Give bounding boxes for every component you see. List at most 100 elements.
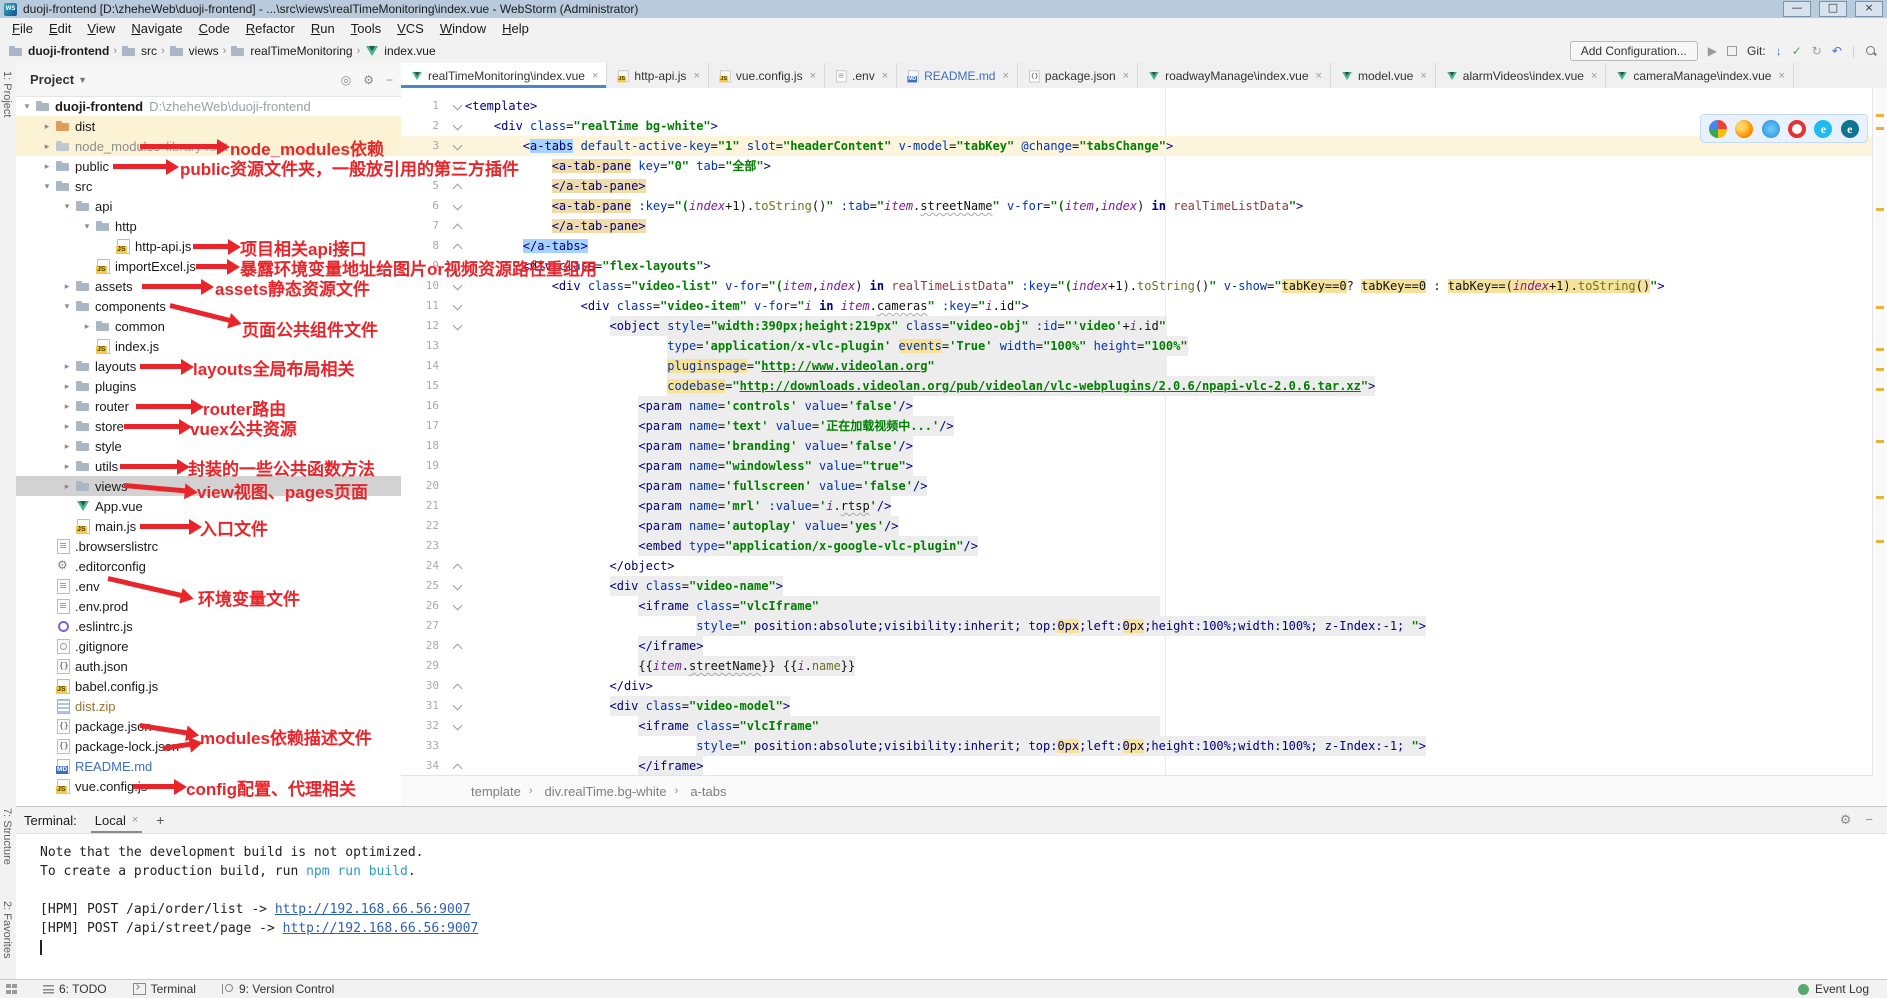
gear-icon[interactable]: ⚙ [1840, 812, 1852, 828]
hide-panel-icon[interactable]: − [386, 73, 393, 87]
chevron-right-icon[interactable]: ▸ [59, 381, 75, 392]
git-update-icon[interactable]: ↓ [1776, 44, 1782, 58]
fold-marker-icon[interactable] [451, 636, 465, 656]
chevron-down-icon[interactable]: ▼ [78, 75, 87, 85]
fold-marker-icon[interactable] [451, 216, 465, 236]
error-stripe-scrollbar[interactable] [1872, 88, 1887, 776]
nav-crumb-duoji-frontend[interactable]: duoji-frontend [8, 43, 109, 59]
fold-marker-icon[interactable] [451, 676, 465, 696]
tree-item--browserslistrc[interactable]: .browserslistrc [16, 536, 401, 556]
menu-item-refactor[interactable]: Refactor [238, 21, 303, 36]
hide-panel-icon[interactable]: − [1865, 812, 1873, 828]
menu-item-view[interactable]: View [79, 21, 123, 36]
close-icon[interactable]: × [592, 70, 598, 82]
tool-stripe-favorites[interactable]: 2: Favorites [1, 901, 13, 958]
tree-item-utils[interactable]: ▸utils [16, 456, 401, 476]
rollback-icon[interactable]: ↶ [1832, 44, 1842, 58]
tree-item-auth-json[interactable]: auth.json [16, 656, 401, 676]
close-icon[interactable]: × [1316, 70, 1322, 82]
fold-marker-icon[interactable] [451, 116, 465, 136]
fold-marker-icon[interactable] [451, 296, 465, 316]
add-configuration-button[interactable]: Add Configuration... [1570, 41, 1698, 61]
menu-item-edit[interactable]: Edit [41, 21, 79, 36]
tree-item-main-js[interactable]: main.js [16, 516, 401, 536]
run-icon[interactable]: ▶ [1708, 44, 1717, 58]
tree-item-index-js[interactable]: index.js [16, 336, 401, 356]
code-editor[interactable]: 1<template>2 <div class="realTime bg-whi… [401, 88, 1873, 776]
gear-icon[interactable]: ⚙ [363, 73, 374, 87]
editor-tab[interactable]: cameraManage\index.vue× [1606, 63, 1794, 88]
close-icon[interactable]: × [810, 70, 816, 82]
statusbar-item-event-log[interactable]: Event Log [1798, 982, 1887, 996]
locate-file-icon[interactable]: ◎ [341, 73, 351, 87]
editor-tab[interactable]: alarmVideos\index.vue× [1436, 63, 1607, 88]
statusbar-item-6-todo[interactable]: 6: TODO [43, 982, 107, 996]
editor-tab[interactable]: model.vue× [1331, 63, 1436, 88]
tree-item-common[interactable]: ▸common [16, 316, 401, 336]
new-terminal-session-button[interactable]: + [156, 812, 164, 828]
editor-breadcrumb-item[interactable]: div.realTime.bg-white [545, 784, 667, 799]
close-icon[interactable]: × [693, 70, 699, 82]
tree-item-http-api-js[interactable]: http-api.js [16, 236, 401, 256]
editor-tab[interactable]: vue.config.js× [709, 63, 825, 88]
chevron-down-icon[interactable]: ▾ [79, 221, 95, 232]
chevron-right-icon[interactable]: ▸ [59, 441, 75, 452]
tree-item-layouts[interactable]: ▸layouts [16, 356, 401, 376]
fold-marker-icon[interactable] [451, 276, 465, 296]
chevron-right-icon[interactable]: ▸ [39, 141, 55, 152]
tree-item-dist-zip[interactable]: dist.zip [16, 696, 401, 716]
menu-item-tools[interactable]: Tools [343, 21, 389, 36]
menu-item-window[interactable]: Window [432, 21, 494, 36]
fold-marker-icon[interactable] [451, 716, 465, 736]
maximize-icon[interactable]: □ [1819, 1, 1847, 17]
close-icon[interactable]: × [132, 814, 138, 826]
close-icon[interactable]: × [1855, 1, 1883, 17]
fold-marker-icon[interactable] [451, 596, 465, 616]
tree-item-package-lock-json[interactable]: package-lock.json [16, 736, 401, 756]
menu-item-help[interactable]: Help [494, 21, 537, 36]
editor-tab[interactable]: README.md× [897, 63, 1018, 88]
chevron-right-icon[interactable]: ▸ [39, 161, 55, 172]
chevron-down-icon[interactable]: ▾ [59, 301, 75, 312]
chevron-down-icon[interactable]: ▾ [39, 181, 55, 192]
menu-item-navigate[interactable]: Navigate [123, 21, 190, 36]
close-icon[interactable]: × [882, 70, 888, 82]
tree-item-src[interactable]: ▾src [16, 176, 401, 196]
git-commit-icon[interactable]: ✓ [1792, 44, 1802, 58]
close-icon[interactable]: × [1420, 70, 1426, 82]
tree-item-dist[interactable]: ▸dist [16, 116, 401, 136]
nav-crumb-index.vue[interactable]: index.vue [364, 43, 435, 59]
history-icon[interactable]: ↻ [1812, 44, 1822, 58]
terminal-output[interactable]: Note that the development build is not o… [16, 833, 1887, 981]
close-icon[interactable]: × [1778, 70, 1784, 82]
chevron-right-icon[interactable]: ▸ [79, 321, 95, 332]
close-icon[interactable]: × [1002, 70, 1008, 82]
tree-item-importexcel-js[interactable]: importExcel.js [16, 256, 401, 276]
editor-tab[interactable]: .env× [825, 63, 897, 88]
close-icon[interactable]: × [1123, 70, 1129, 82]
nav-crumb-src[interactable]: src [121, 43, 157, 59]
statusbar-item-grid[interactable] [6, 984, 17, 994]
menu-item-run[interactable]: Run [303, 21, 343, 36]
tree-item-vue-config-js[interactable]: vue.config.js [16, 776, 401, 796]
fold-marker-icon[interactable] [451, 256, 465, 276]
chevron-right-icon[interactable]: ▸ [59, 421, 75, 432]
stop-icon[interactable] [1727, 46, 1737, 56]
ie-browser-icon[interactable]: e [1814, 120, 1832, 138]
editor-tab[interactable]: realTimeMonitoring\index.vue× [401, 63, 607, 88]
tree-item--editorconfig[interactable]: .editorconfig [16, 556, 401, 576]
statusbar-item-terminal[interactable]: Terminal [133, 982, 196, 996]
fold-marker-icon[interactable] [451, 556, 465, 576]
opera-browser-icon[interactable] [1788, 120, 1806, 138]
chevron-down-icon[interactable]: ▾ [59, 201, 75, 212]
fold-marker-icon[interactable] [451, 576, 465, 596]
tree-item--gitignore[interactable]: .gitignore [16, 636, 401, 656]
tree-item-app-vue[interactable]: App.vue [16, 496, 401, 516]
safari-browser-icon[interactable] [1762, 120, 1780, 138]
tree-item-components[interactable]: ▾components [16, 296, 401, 316]
tree-item-views[interactable]: ▸views [16, 476, 401, 496]
search-everywhere-icon[interactable] [1865, 45, 1877, 57]
tree-item-api[interactable]: ▾api [16, 196, 401, 216]
tree-item-babel-config-js[interactable]: babel.config.js [16, 676, 401, 696]
nav-crumb-views[interactable]: views [169, 43, 219, 59]
